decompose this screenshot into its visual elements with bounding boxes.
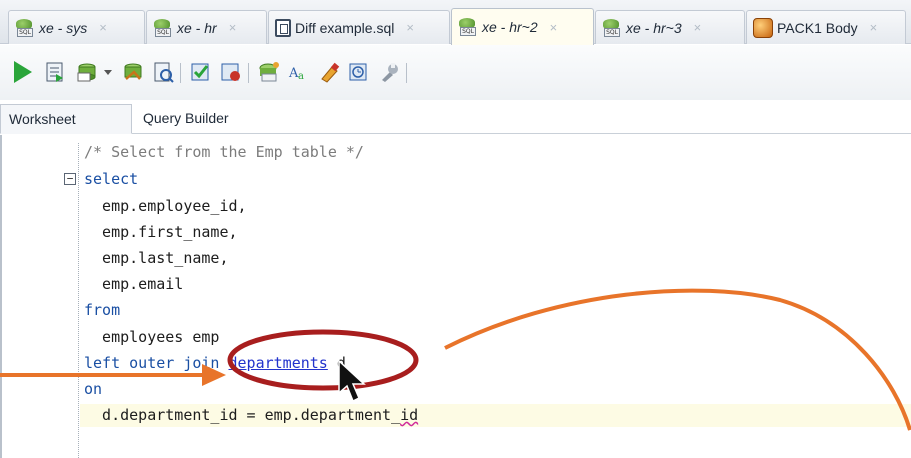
code-line-select: select — [84, 170, 139, 188]
code-line-employees: employees emp — [84, 328, 220, 346]
clear-icon[interactable] — [318, 61, 340, 83]
commit-icon[interactable] — [76, 61, 98, 83]
code-line-condition: d.department_id = emp.department_id — [80, 404, 911, 427]
close-icon[interactable]: × — [550, 20, 558, 35]
editor-tab-bar: SQL xe - sys × SQL xe - hr × Diff exampl… — [0, 0, 911, 45]
code-line-comment: /* Select from the Emp table */ — [84, 143, 364, 161]
sql-editor[interactable]: − /* Select from the Emp table */ select… — [0, 135, 911, 458]
chevron-down-icon[interactable] — [104, 70, 112, 75]
sql-connection-icon: SQL — [602, 18, 622, 38]
tab-xe-hr[interactable]: SQL xe - hr × — [146, 10, 267, 44]
tab-diff-example-sql[interactable]: Diff example.sql × — [268, 10, 450, 44]
sql-tuning-icon[interactable] — [220, 61, 242, 83]
close-icon[interactable]: × — [870, 20, 878, 35]
svg-text:a: a — [298, 71, 304, 82]
rollback-icon[interactable] — [122, 61, 144, 83]
tab-label: xe - hr~3 — [626, 19, 682, 36]
tab-pack1-body[interactable]: PACK1 Body × — [746, 10, 906, 44]
tools-icon[interactable] — [378, 61, 400, 83]
fold-collapse-icon[interactable]: − — [64, 173, 76, 185]
sql-history-icon[interactable] — [258, 61, 280, 83]
condition-id-squiggle: id — [400, 406, 419, 424]
format-icon[interactable]: Aa — [288, 61, 310, 83]
tab-label: xe - hr~2 — [482, 19, 538, 35]
history-icon[interactable] — [348, 61, 370, 83]
sql-connection-icon: SQL — [15, 18, 35, 38]
package-body-icon — [753, 17, 773, 38]
sql-connection-icon: SQL — [458, 17, 478, 37]
run-statement-icon[interactable] — [14, 61, 36, 83]
explain-plan-icon[interactable] — [190, 61, 212, 83]
join-alias: d — [336, 354, 346, 372]
tab-label: PACK1 Body — [777, 19, 858, 36]
code-line-col3: emp.last_name, — [84, 249, 229, 267]
tab-worksheet[interactable]: Worksheet — [0, 104, 132, 134]
toolbar-separator — [248, 63, 249, 83]
tab-query-builder[interactable]: Query Builder — [143, 104, 229, 134]
sql-connection-icon: SQL — [153, 18, 173, 38]
condition-text: d.department_id = emp.department_ — [84, 406, 401, 424]
join-keyword: left outer join — [84, 354, 220, 372]
toolbar-separator — [180, 63, 181, 83]
tab-label: xe - hr — [177, 19, 217, 36]
code-line-col4: emp.email — [84, 275, 184, 293]
fold-guide — [78, 143, 79, 458]
tab-xe-sys[interactable]: SQL xe - sys × — [8, 10, 145, 44]
tab-label: xe - sys — [39, 19, 88, 36]
sql-file-icon — [275, 18, 291, 37]
close-icon[interactable]: × — [694, 20, 702, 35]
code-line-join: left outer join departments d — [84, 352, 346, 375]
worksheet-subtabs: Worksheet Query Builder — [0, 100, 911, 134]
tab-xe-hr-2[interactable]: SQL xe - hr~2 × — [451, 8, 594, 45]
tab-xe-hr-3[interactable]: SQL xe - hr~3 × — [595, 10, 745, 44]
code-line-col1: emp.employee_id, — [84, 197, 247, 215]
tab-label: Diff example.sql — [295, 19, 395, 36]
code-line-on: on — [84, 380, 103, 398]
departments-link[interactable]: departments — [229, 354, 328, 372]
close-icon[interactable]: × — [406, 20, 414, 35]
close-icon[interactable]: × — [229, 20, 237, 35]
code-line-col2: emp.first_name, — [84, 223, 238, 241]
close-icon[interactable]: × — [99, 20, 107, 35]
autotrace-icon[interactable] — [152, 61, 174, 83]
worksheet-toolbar: Aa — [0, 45, 911, 100]
toolbar-separator — [406, 63, 407, 83]
run-script-icon[interactable] — [44, 61, 66, 83]
code-line-from: from — [84, 301, 121, 319]
